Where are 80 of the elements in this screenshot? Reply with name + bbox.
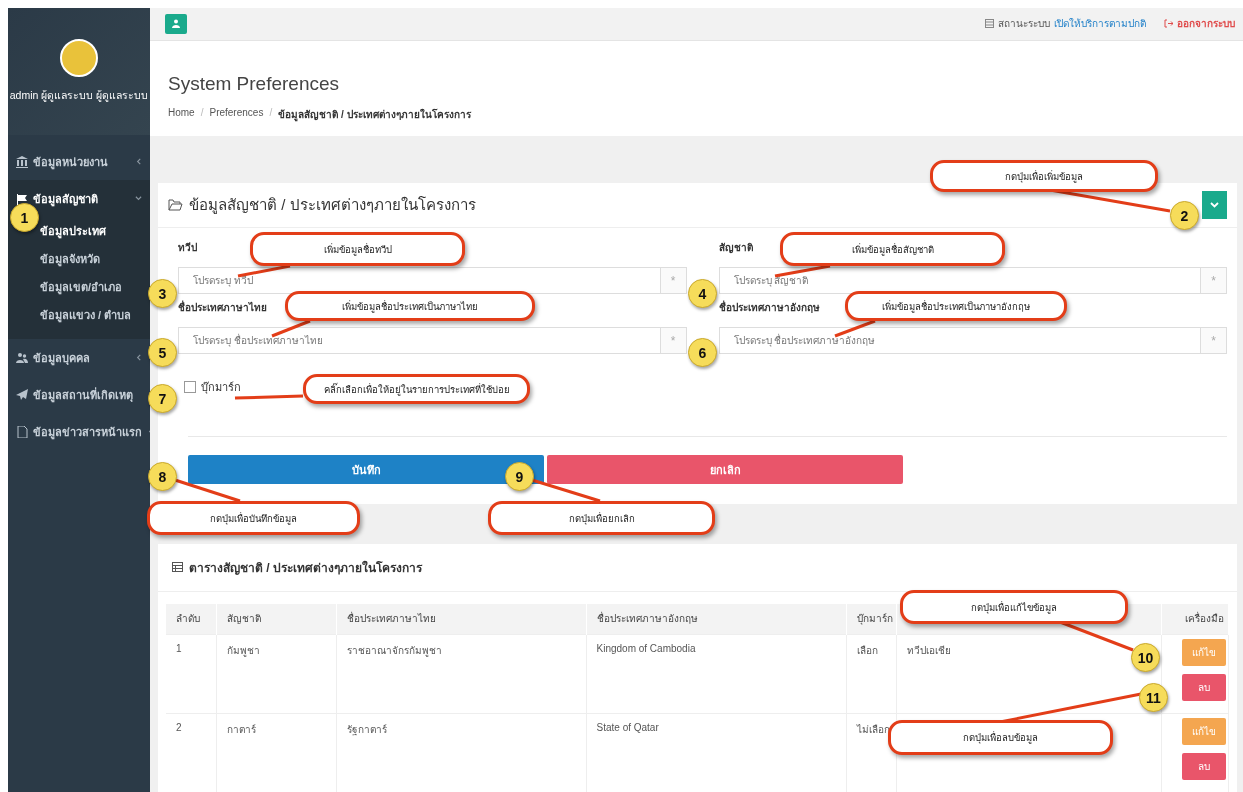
input-field[interactable]: โปรดระบุ ชื่อประเทศภาษาอังกฤษ [718,327,1201,354]
paper-plane-icon [16,388,28,401]
column-header: เครื่องมือ [1161,603,1229,635]
field-label: ทวีป [178,241,197,255]
callout-bubble: กดปุ่มเพื่อแก้ไขข้อมูล [900,590,1128,624]
sidebar-item[interactable]: ข้อมูลหน่วยงาน [8,143,150,180]
page-title: System Preferences [168,72,341,95]
cancel-button[interactable]: ยกเลิก [547,455,903,484]
table-cell: State of Qatar [586,713,846,792]
table-cell: กัมพูชา [216,634,336,714]
column-header: ชื่อประเทศภาษาอังกฤษ [586,603,846,635]
delete-button[interactable]: ลบ [1182,674,1226,701]
flag-icon [16,192,28,205]
leader-line [774,264,831,278]
table-icon [172,562,183,572]
leader-line [234,394,304,400]
column-header: สัญชาติ [216,603,336,635]
users-icon [16,351,28,364]
folder-icon [168,199,183,211]
user-name: admin ผู้ดูแลระบบ ผู้ดูแลระบบ [9,88,149,104]
required-marker: * [660,267,687,294]
column-header: ชื่อประเทศภาษาไทย [336,603,586,635]
callout-bubble: กดปุ่มเพื่อลบข้อมูล [888,720,1113,755]
sign-out-icon [1164,19,1173,29]
leader-line [237,264,291,278]
column-header: บุ๊กมาร์ก [846,603,896,635]
delete-button[interactable]: ลบ [1182,753,1226,780]
table-cell: เลือก [846,634,896,714]
callout-bubble: คลิ๊กเลือกเพื่อให้อยู่ในรายการประเทศที่ใช้บ่อย [303,374,530,404]
table-title: ตารางสัญชาติ / ประเทศต่างๆภายในโครงการ [189,559,422,577]
chevron-icon [1210,202,1219,208]
table-cell: รัฐกาตาร์ [336,713,586,792]
table-cell: กาตาร์ [216,713,336,792]
field-label: ชื่อประเทศภาษาอังกฤษ [718,300,820,315]
input-field[interactable]: โปรดระบุ สัญชาติ [718,267,1201,294]
field-label: ชื่อประเทศภาษาไทย [178,300,267,315]
column-header: ลำดับ [166,603,216,635]
avatar [60,39,98,77]
checkbox[interactable] [184,381,196,393]
callout-bubble: เพิ่มข้อมูลชื่อสัญชาติ [780,232,1005,266]
bank-icon [16,155,28,168]
user-button[interactable] [165,14,187,34]
sidebar-item[interactable]: ข้อมูลสถานที่เกิดเหตุ [8,376,150,413]
required-marker: * [1201,267,1227,294]
server-icon [985,19,994,29]
field-label: สัญชาติ [718,241,753,255]
callout-bubble: เพิ่มข้อมูลชื่อทวีป [250,232,465,266]
leader-line [531,478,601,503]
table-cell: ราชอาณาจักรกัมพูชา [336,634,586,714]
submenu-item[interactable]: ข้อมูลจังหวัด [40,250,100,268]
submenu-item[interactable]: ข้อมูลประเทศ [40,222,106,240]
status-label: สถานะระบบ [998,17,1050,32]
toggle-button[interactable] [1202,191,1227,219]
callout-bubble: กดปุ่มเพื่อยกเลิก [488,501,715,535]
logout-link[interactable]: ออกจากระบบ [1164,16,1235,32]
breadcrumb-current: ข้อมูลสัญชาติ / ประเทศต่างๆภายในโครงการ [278,107,471,122]
breadcrumb-link[interactable]: Preferences [209,106,264,122]
panel-title: ข้อมูลสัญชาติ / ประเทศต่างๆภายในโครงการ [189,195,476,216]
user-icon [172,19,180,29]
callout-bubble: เพิ่มข้อมูลชื่อประเทศเป็นภาษาไทย [285,291,535,321]
submenu-item[interactable]: ข้อมูลแขวง / ตำบล [40,306,132,324]
callout-bubble: กดปุ่มเพื่อเพิ่มข้อมูล [930,160,1158,192]
callout-bubble: กดปุ่มเพื่อบันทึกข้อมูล [147,501,360,535]
input-field[interactable]: โปรดระบุ ชื่อประเทศภาษาไทย [178,327,661,354]
input-field[interactable]: โปรดระบุ ทวีป [178,267,661,294]
file-icon [16,425,28,438]
table-cell: Kingdom of Cambodia [586,634,846,714]
breadcrumb-link[interactable]: Home [168,106,195,122]
leader-line [174,478,241,503]
checkbox-label: บุ๊กมาร์ก [201,380,241,396]
required-marker: * [660,327,687,354]
breadcrumb-separator: / [269,106,273,120]
table-cell: 1 [166,634,216,714]
callout-bubble: เพิ่มข้อมูลชื่อประเทศเป็นภาษาอังกฤษ [845,291,1067,321]
required-marker: * [1201,327,1227,354]
breadcrumb-separator: / [200,106,204,120]
sidebar-item[interactable]: ข้อมูลบุคคล [8,339,150,376]
status-value: เปิดให้บริการตามปกติ [1054,17,1146,32]
table-cell: 2 [166,713,216,792]
submenu-item[interactable]: ข้อมูลเขต/อำเภอ [40,278,123,296]
